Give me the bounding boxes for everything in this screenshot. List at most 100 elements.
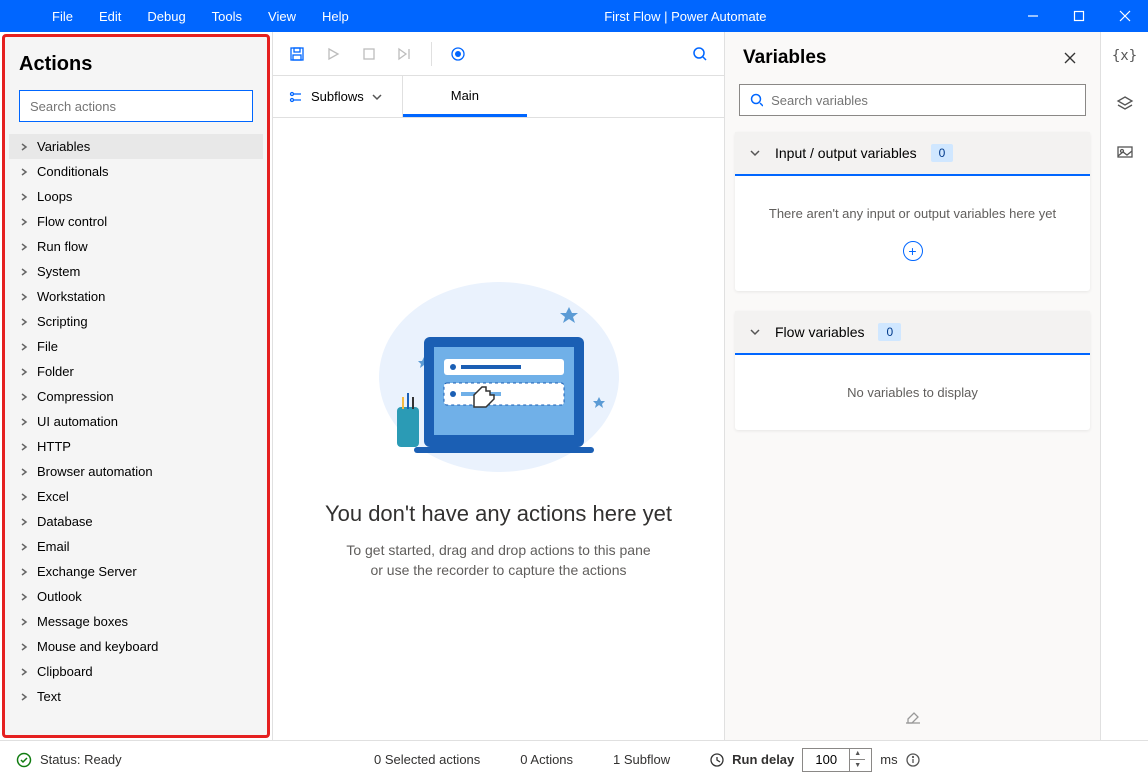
- action-category-label: File: [37, 339, 58, 354]
- action-category-excel[interactable]: Excel: [9, 484, 263, 509]
- search-variables-box[interactable]: [739, 84, 1086, 116]
- action-category-label: Database: [37, 514, 93, 529]
- action-category-ui-automation[interactable]: UI automation: [9, 409, 263, 434]
- menu-edit[interactable]: Edit: [87, 5, 133, 28]
- action-category-database[interactable]: Database: [9, 509, 263, 534]
- run-button[interactable]: [317, 38, 349, 70]
- chevron-right-icon: [19, 192, 29, 202]
- flow-canvas[interactable]: You don't have any actions here yet To g…: [273, 118, 724, 740]
- action-category-system[interactable]: System: [9, 259, 263, 284]
- info-icon[interactable]: [906, 753, 920, 767]
- action-category-conditionals[interactable]: Conditionals: [9, 159, 263, 184]
- action-category-label: Exchange Server: [37, 564, 137, 579]
- search-actions-box[interactable]: [19, 90, 253, 122]
- recorder-button[interactable]: [442, 38, 474, 70]
- chevron-right-icon: [19, 142, 29, 152]
- close-button[interactable]: [1102, 0, 1148, 32]
- menu-view[interactable]: View: [256, 5, 308, 28]
- action-category-label: Compression: [37, 389, 114, 404]
- ms-label: ms: [880, 752, 897, 767]
- layers-icon[interactable]: [1111, 90, 1139, 118]
- stop-button[interactable]: [353, 38, 385, 70]
- search-icon: [750, 93, 763, 107]
- run-delay-input[interactable]: ▲▼: [802, 748, 872, 772]
- io-variables-header[interactable]: Input / output variables 0: [735, 132, 1090, 176]
- chevron-right-icon: [19, 392, 29, 402]
- window-title: First Flow | Power Automate: [361, 9, 1010, 24]
- delay-down[interactable]: ▼: [850, 760, 865, 771]
- menu-tools[interactable]: Tools: [200, 5, 254, 28]
- titlebar: File Edit Debug Tools View Help First Fl…: [0, 0, 1148, 32]
- chevron-right-icon: [19, 167, 29, 177]
- action-category-label: Email: [37, 539, 70, 554]
- action-category-folder[interactable]: Folder: [9, 359, 263, 384]
- close-variables-button[interactable]: [1058, 46, 1082, 70]
- action-category-run-flow[interactable]: Run flow: [9, 234, 263, 259]
- toolbar-separator: [431, 42, 432, 66]
- designer-area: Subflows Main: [272, 32, 725, 740]
- action-category-file[interactable]: File: [9, 334, 263, 359]
- chevron-right-icon: [19, 592, 29, 602]
- action-category-label: Message boxes: [37, 614, 128, 629]
- action-category-label: UI automation: [37, 414, 118, 429]
- subflows-icon: [289, 90, 303, 104]
- action-category-variables[interactable]: Variables: [9, 134, 263, 159]
- subflows-dropdown[interactable]: Subflows: [273, 76, 403, 117]
- action-category-exchange-server[interactable]: Exchange Server: [9, 559, 263, 584]
- tab-main[interactable]: Main: [403, 76, 527, 117]
- variables-icon[interactable]: {x}: [1111, 42, 1139, 70]
- run-delay-label: Run delay: [732, 752, 794, 767]
- delay-up[interactable]: ▲: [850, 749, 865, 760]
- empty-state-title: You don't have any actions here yet: [325, 501, 672, 527]
- menu-debug[interactable]: Debug: [135, 5, 197, 28]
- action-category-flow-control[interactable]: Flow control: [9, 209, 263, 234]
- images-icon[interactable]: [1111, 138, 1139, 166]
- action-category-email[interactable]: Email: [9, 534, 263, 559]
- action-category-browser-automation[interactable]: Browser automation: [9, 459, 263, 484]
- action-category-loops[interactable]: Loops: [9, 184, 263, 209]
- minimize-button[interactable]: [1010, 0, 1056, 32]
- status-ok-icon: [16, 752, 32, 768]
- action-category-label: Workstation: [37, 289, 105, 304]
- action-category-scripting[interactable]: Scripting: [9, 309, 263, 334]
- step-button[interactable]: [389, 38, 421, 70]
- chevron-right-icon: [19, 542, 29, 552]
- action-category-workstation[interactable]: Workstation: [9, 284, 263, 309]
- menu-help[interactable]: Help: [310, 5, 361, 28]
- action-category-label: Flow control: [37, 214, 107, 229]
- action-category-text[interactable]: Text: [9, 684, 263, 709]
- chevron-right-icon: [19, 667, 29, 677]
- search-actions-input[interactable]: [30, 99, 242, 114]
- eraser-icon[interactable]: [904, 707, 922, 730]
- flow-variables-header[interactable]: Flow variables 0: [735, 311, 1090, 355]
- chevron-right-icon: [19, 492, 29, 502]
- action-category-label: Run flow: [37, 239, 88, 254]
- statusbar: Status: Ready 0 Selected actions 0 Actio…: [0, 740, 1148, 778]
- action-category-outlook[interactable]: Outlook: [9, 584, 263, 609]
- action-category-label: System: [37, 264, 80, 279]
- chevron-right-icon: [19, 317, 29, 327]
- action-category-label: Scripting: [37, 314, 88, 329]
- maximize-button[interactable]: [1056, 0, 1102, 32]
- action-category-label: HTTP: [37, 439, 71, 454]
- action-category-message-boxes[interactable]: Message boxes: [9, 609, 263, 634]
- run-delay-value[interactable]: [803, 752, 849, 767]
- action-category-http[interactable]: HTTP: [9, 434, 263, 459]
- chevron-down-icon: [749, 147, 761, 159]
- chevron-right-icon: [19, 517, 29, 527]
- menu-file[interactable]: File: [40, 5, 85, 28]
- chevron-down-icon: [749, 326, 761, 338]
- actions-panel-title: Actions: [5, 45, 267, 90]
- action-category-label: Variables: [37, 139, 90, 154]
- search-variables-input[interactable]: [771, 93, 1075, 108]
- actions-category-list[interactable]: Variables ConditionalsLoops Flow control Ru…: [5, 134, 267, 727]
- save-button[interactable]: [281, 38, 313, 70]
- action-category-label: Excel: [37, 489, 69, 504]
- action-category-clipboard[interactable]: Clipboard: [9, 659, 263, 684]
- status-subflows-count: 1 Subflow: [613, 752, 670, 767]
- io-variables-count: 0: [931, 144, 954, 162]
- action-category-compression[interactable]: Compression: [9, 384, 263, 409]
- action-category-mouse-and-keyboard[interactable]: Mouse and keyboard: [9, 634, 263, 659]
- search-flow-button[interactable]: [684, 38, 716, 70]
- add-io-variable-button[interactable]: +: [903, 241, 923, 261]
